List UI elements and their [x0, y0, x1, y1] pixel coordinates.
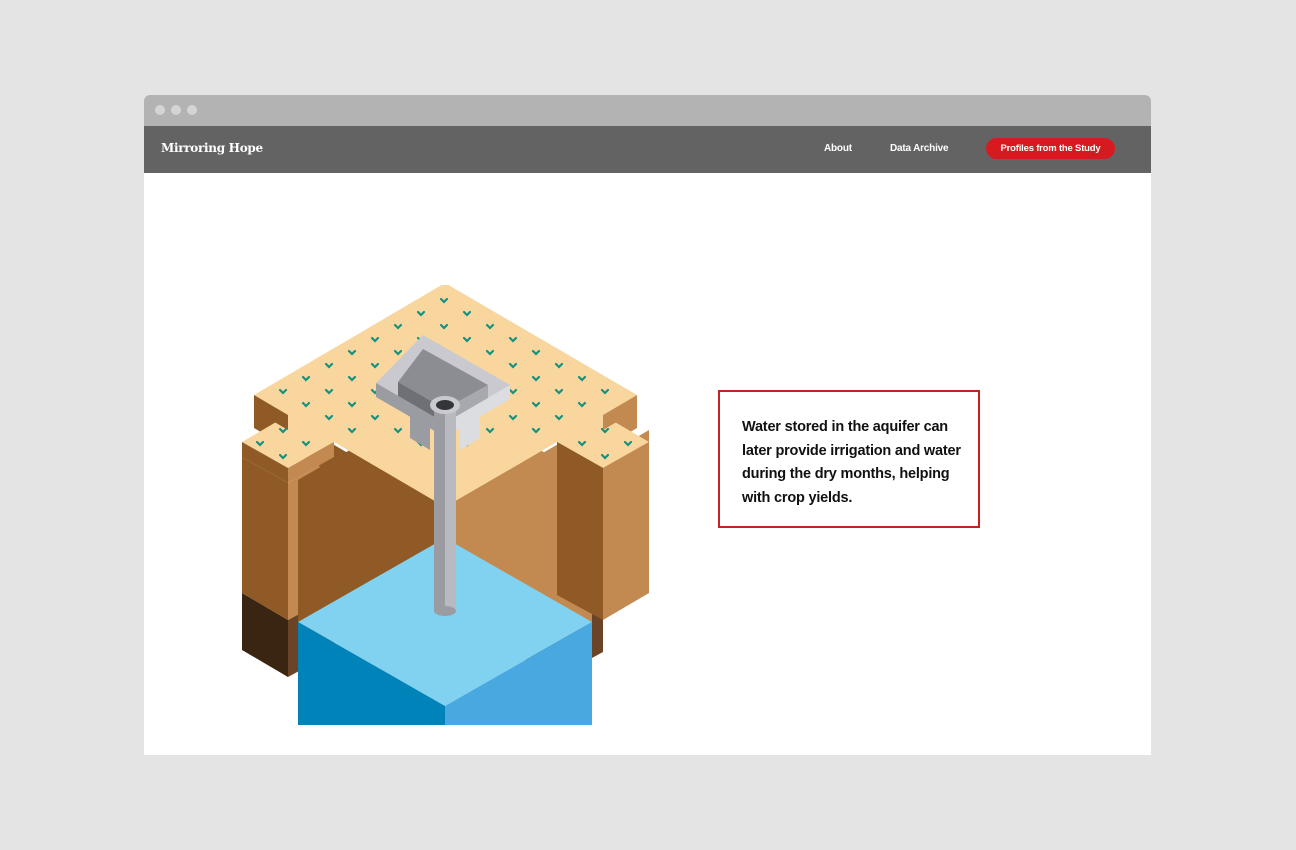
nav-link-data-archive[interactable]: Data Archive	[890, 143, 949, 154]
well-pipe-bottom	[434, 606, 456, 616]
well-pipe-highlight	[445, 411, 456, 611]
well-pipe-opening	[436, 400, 454, 410]
aquifer-illustration	[242, 285, 649, 725]
soil-left-face	[242, 457, 288, 620]
window-titlebar	[144, 95, 1151, 126]
nav-link-about[interactable]: About	[824, 143, 852, 154]
window-minimize-dot[interactable]	[171, 105, 181, 115]
profiles-cta-button[interactable]: Profiles from the Study	[986, 138, 1115, 159]
callout-text: Water stored in the aquifer can later pr…	[742, 419, 961, 506]
window-maximize-dot[interactable]	[187, 105, 197, 115]
browser-window: Mirroring Hope About Data Archive Profil…	[144, 95, 1151, 755]
site-brand-link[interactable]: Mirroring Hope	[161, 141, 263, 155]
info-callout: Water stored in the aquifer can later pr…	[718, 390, 980, 528]
window-close-dot[interactable]	[155, 105, 165, 115]
site-navbar: Mirroring Hope About Data Archive Profil…	[144, 126, 1151, 173]
